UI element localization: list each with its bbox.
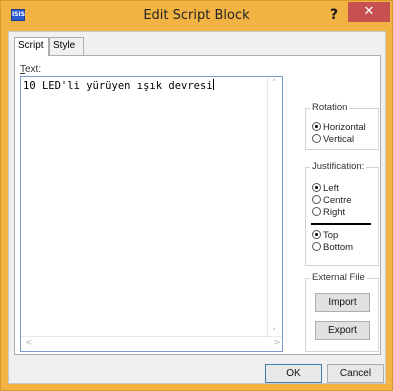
close-button[interactable]: ✕ bbox=[348, 2, 390, 22]
radio-label: Vertical bbox=[323, 134, 355, 145]
import-button[interactable]: Import bbox=[315, 293, 370, 312]
external-file-group: External File Import Export bbox=[305, 272, 379, 352]
cancel-button[interactable]: Cancel bbox=[327, 364, 384, 383]
scroll-up-icon[interactable]: ˄ bbox=[272, 79, 277, 89]
scroll-left-icon[interactable]: < bbox=[25, 338, 33, 348]
tab-script[interactable]: Script bbox=[14, 37, 49, 56]
radio-unchecked-icon bbox=[312, 134, 321, 143]
rotation-title: Rotation bbox=[310, 102, 350, 113]
radio-label: Top bbox=[323, 230, 339, 241]
external-file-title: External File bbox=[310, 272, 367, 283]
radio-vertical[interactable]: Vertical bbox=[312, 134, 354, 146]
radio-centre[interactable]: Centre bbox=[312, 195, 352, 207]
script-text-value: 10 LED'li yürüyen ışık devresi bbox=[23, 80, 213, 92]
help-button[interactable]: ? bbox=[324, 5, 344, 25]
radio-top[interactable]: Top bbox=[312, 230, 338, 242]
script-text: 10 LED'li yürüyen ışık devresi bbox=[23, 79, 214, 92]
radio-checked-icon bbox=[312, 230, 321, 239]
ok-button[interactable]: OK bbox=[265, 364, 322, 383]
rotation-group: Rotation Horizontal Vertical bbox=[305, 102, 379, 150]
scroll-right-icon[interactable]: > bbox=[273, 338, 281, 348]
justification-title: Justification: bbox=[310, 161, 367, 172]
radio-label: Horizontal bbox=[323, 122, 366, 133]
radio-label: Right bbox=[323, 207, 346, 218]
text-label: Text: bbox=[20, 64, 41, 75]
text-caret bbox=[212, 79, 214, 90]
radio-unchecked-icon bbox=[312, 242, 321, 251]
radio-label: Centre bbox=[323, 195, 352, 206]
radio-right[interactable]: Right bbox=[312, 207, 345, 219]
justification-group: Justification: Left Centre Right Top Bot… bbox=[305, 161, 379, 266]
tab-style[interactable]: Style bbox=[49, 37, 84, 55]
radio-checked-icon bbox=[312, 122, 321, 131]
horizontal-scrollbar[interactable]: < > bbox=[21, 336, 282, 351]
script-text-area[interactable]: 10 LED'li yürüyen ışık devresi ˄ ˅ < > bbox=[20, 76, 283, 352]
radio-bottom[interactable]: Bottom bbox=[312, 242, 353, 254]
vertical-scrollbar[interactable]: ˄ ˅ bbox=[267, 77, 282, 338]
export-button[interactable]: Export bbox=[315, 321, 370, 340]
radio-unchecked-icon bbox=[312, 207, 321, 216]
radio-horizontal[interactable]: Horizontal bbox=[312, 122, 366, 134]
justification-divider bbox=[311, 223, 371, 225]
dialog-client-area: Script Style Text: 10 LED'li yürüyen ışı… bbox=[8, 31, 386, 384]
radio-label: Left bbox=[323, 183, 339, 194]
dialog-window: ISIS Edit Script Block ? ✕ Script Style … bbox=[0, 0, 393, 391]
radio-label: Bottom bbox=[323, 242, 354, 253]
radio-unchecked-icon bbox=[312, 195, 321, 204]
script-panel: Text: 10 LED'li yürüyen ışık devresi ˄ ˅… bbox=[14, 55, 381, 355]
radio-left[interactable]: Left bbox=[312, 183, 339, 195]
close-icon: ✕ bbox=[363, 4, 375, 19]
radio-checked-icon bbox=[312, 183, 321, 192]
text-label-rest: ext: bbox=[25, 64, 42, 75]
title-bar[interactable]: ISIS Edit Script Block ? ✕ bbox=[1, 1, 392, 31]
